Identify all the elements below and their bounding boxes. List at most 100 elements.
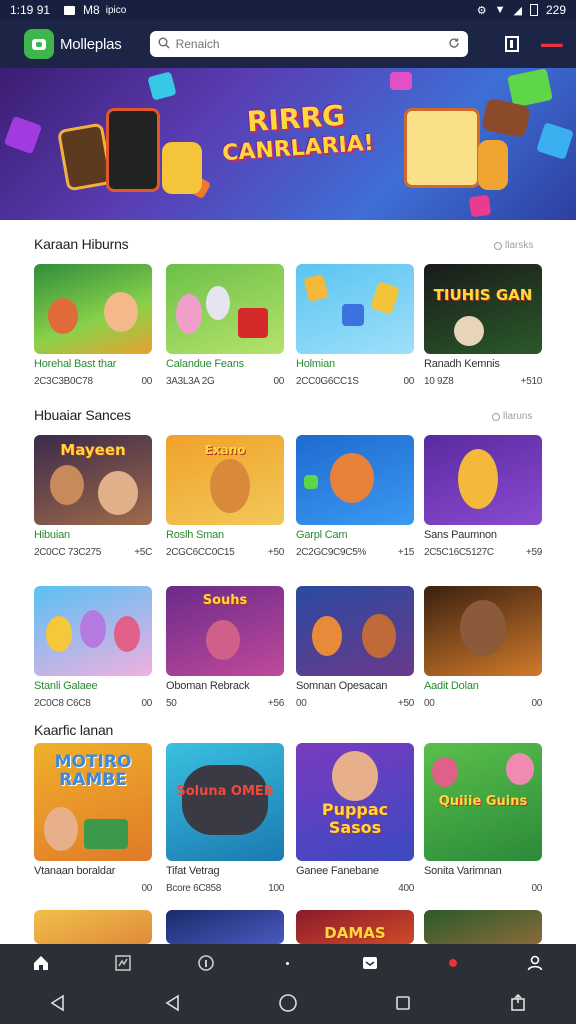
game-count: 100: [268, 883, 284, 894]
game-title[interactable]: Roslh Sman: [166, 529, 284, 543]
game-title[interactable]: Horehal Bast thar: [34, 358, 152, 372]
back-icon[interactable]: [48, 993, 68, 1013]
hero-banner[interactable]: RIRRG CANRLARIA!: [0, 68, 576, 220]
game-card[interactable]: Garpl Cam 2C2GC9C9C5% +15: [296, 435, 414, 558]
game-title[interactable]: Garpl Cam: [296, 529, 414, 543]
character-figure: [458, 449, 498, 509]
decor-controller: [478, 140, 508, 190]
game-card[interactable]: Mayeen Hibuian 2C0CC 73C275 +5C: [34, 435, 152, 558]
game-title[interactable]: Sans Paumnon: [424, 529, 542, 543]
game-title[interactable]: Calandue Feans: [166, 358, 284, 372]
game-thumbnail[interactable]: [166, 910, 284, 944]
battery-icon: [529, 4, 538, 16]
game-card[interactable]: Quiiie Guins Sonita Varimnan 00: [424, 743, 542, 894]
game-thumbnail[interactable]: [296, 264, 414, 354]
decor-cube: [536, 122, 574, 160]
info-icon[interactable]: [196, 953, 216, 973]
game-meta: 10 9Z8 +510: [424, 376, 542, 387]
dot-icon[interactable]: [278, 953, 298, 973]
game-thumbnail[interactable]: Quiiie Guins: [424, 743, 542, 861]
game-card[interactable]: Sans Paumnon 2C5C16C5127C +59: [424, 435, 542, 558]
game-card[interactable]: DAMAS: [296, 910, 414, 944]
game-thumbnail[interactable]: [296, 586, 414, 676]
game-card[interactable]: Aadit Dolan 00 00: [424, 586, 542, 709]
character-figure: [506, 753, 534, 785]
game-card[interactable]: Somnan Opesacan 00 +50: [296, 586, 414, 709]
back-secondary-icon[interactable]: [163, 993, 183, 1013]
game-card[interactable]: Holmian 2CC0G6CC1S 00: [296, 264, 414, 387]
game-title[interactable]: Oboman Rebrack: [166, 680, 284, 694]
search-input[interactable]: [175, 37, 448, 51]
game-card[interactable]: TIUHIS GAN Ranadh Kemnis 10 9Z8 +510: [424, 264, 542, 387]
game-card[interactable]: Soluna OMEB Tifat Vetrag Bcore 6C858 100: [166, 743, 284, 894]
inbox-icon[interactable]: [360, 953, 380, 973]
game-title[interactable]: Tifat Vetrag: [166, 865, 284, 879]
game-title[interactable]: Sonita Varimnan: [424, 865, 542, 879]
more-icon: [492, 412, 500, 421]
game-stats: 2CGC6CC0C15: [166, 547, 235, 558]
recents-icon[interactable]: [393, 993, 413, 1013]
game-thumbnail[interactable]: DAMAS: [296, 910, 414, 944]
game-thumbnail[interactable]: Exano: [166, 435, 284, 525]
section-more-1[interactable]: llarsks: [494, 240, 533, 251]
character-figure: [312, 616, 342, 656]
profile-icon[interactable]: [525, 953, 545, 973]
game-card[interactable]: [424, 910, 542, 944]
game-thumbnail[interactable]: TIUHIS GAN: [424, 264, 542, 354]
game-thumbnail[interactable]: [34, 910, 152, 944]
game-thumbnail[interactable]: [296, 435, 414, 525]
game-thumbnail[interactable]: [424, 910, 542, 944]
game-title[interactable]: Stanli Galaee: [34, 680, 152, 694]
signal-icon: ◢: [513, 4, 522, 17]
game-title[interactable]: Holmian: [296, 358, 414, 372]
game-thumbnail[interactable]: [424, 586, 542, 676]
home-circle-icon[interactable]: [278, 993, 298, 1013]
app-logo-icon[interactable]: [24, 29, 54, 59]
game-thumbnail[interactable]: MOTIRO RAMBE: [34, 743, 152, 861]
game-card[interactable]: MOTIRO RAMBE Vtanaan boraldar 00: [34, 743, 152, 894]
character-figure: [332, 751, 378, 801]
search-bar[interactable]: [149, 31, 468, 57]
game-title[interactable]: Ganee Fanebane: [296, 865, 414, 879]
game-card[interactable]: Puppac Sasos Ganee Fanebane 400: [296, 743, 414, 894]
home-icon[interactable]: [31, 953, 51, 973]
game-card[interactable]: [166, 910, 284, 944]
game-title[interactable]: Aadit Dolan: [424, 680, 542, 694]
section-more-2[interactable]: llaruns: [492, 411, 532, 422]
game-count: +50: [397, 698, 414, 709]
game-thumbnail[interactable]: Soluna OMEB: [166, 743, 284, 861]
character-figure: [98, 471, 138, 515]
game-title[interactable]: Vtanaan boraldar: [34, 865, 152, 879]
character-figure: [114, 616, 140, 652]
game-card[interactable]: [34, 910, 152, 944]
game-thumbnail[interactable]: [34, 586, 152, 676]
game-thumbnail[interactable]: [34, 264, 152, 354]
status-battery-text: 229: [545, 3, 566, 17]
game-meta: 400: [296, 883, 414, 894]
refresh-icon[interactable]: [448, 37, 460, 52]
game-card[interactable]: Calandue Feans 3A3L3A 2G 00: [166, 264, 284, 387]
game-thumbnail[interactable]: [166, 264, 284, 354]
character-figure: [330, 453, 374, 503]
game-thumbnail[interactable]: Souhs: [166, 586, 284, 676]
game-card[interactable]: Exano Roslh Sman 2CGC6CC0C15 +50: [166, 435, 284, 558]
game-card[interactable]: Stanli Galaee 2C0C8 C6C8 00: [34, 586, 152, 709]
game-card[interactable]: Souhs Oboman Rebrack 50 +56: [166, 586, 284, 709]
game-thumbnail[interactable]: [424, 435, 542, 525]
system-nav: [0, 982, 576, 1024]
game-title[interactable]: Somnan Opesacan: [296, 680, 414, 694]
game-title[interactable]: Ranadh Kemnis: [424, 358, 542, 372]
library-icon[interactable]: [505, 36, 519, 52]
game-title[interactable]: Hibuian: [34, 529, 152, 543]
game-thumbnail[interactable]: Mayeen: [34, 435, 152, 525]
game-card[interactable]: Horehal Bast thar 2C3C3B0C78 00: [34, 264, 152, 387]
game-thumbnail[interactable]: Puppac Sasos: [296, 743, 414, 861]
share-icon[interactable]: [508, 993, 528, 1013]
character-figure: [50, 465, 84, 505]
decor-cube: [3, 115, 43, 155]
chart-icon[interactable]: [113, 953, 133, 973]
flag-icon[interactable]: ▬▬: [541, 38, 563, 50]
record-icon[interactable]: [443, 953, 463, 973]
game-art-title: Souhs: [202, 593, 248, 608]
game-art-title: Puppac Sasos: [321, 800, 389, 837]
